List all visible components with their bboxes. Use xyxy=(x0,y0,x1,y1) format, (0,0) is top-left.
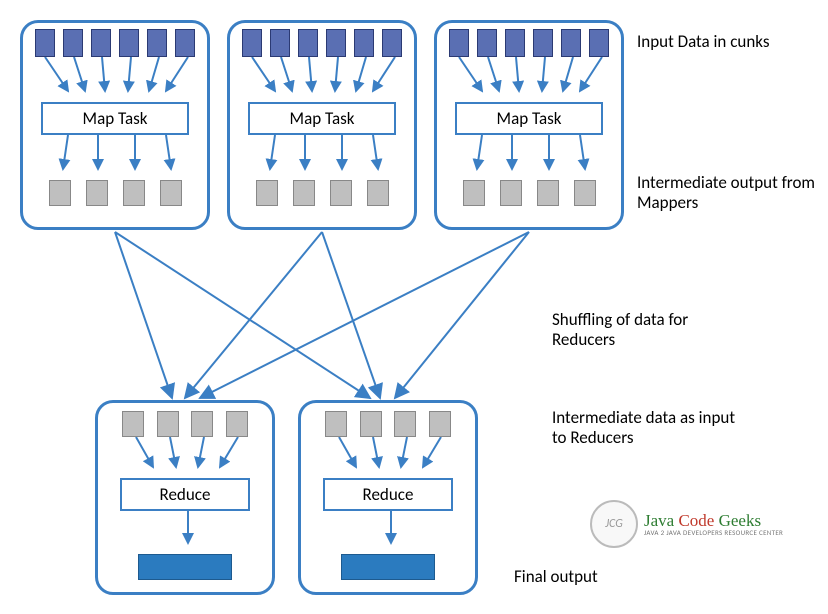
arrow-reduce-out xyxy=(301,511,481,549)
input-chunk xyxy=(91,29,111,57)
label-intermediate-output: Intermediate output from Mappers xyxy=(637,173,817,214)
intermediate-chunk xyxy=(463,180,485,206)
final-output-block xyxy=(138,554,232,580)
intermediate-chunk xyxy=(394,411,416,437)
intermediate-chunk xyxy=(500,180,522,206)
intermediate-chunk xyxy=(360,411,382,437)
label-final-output: Final output xyxy=(514,567,598,587)
input-chunks xyxy=(230,23,414,57)
intermediate-chunk xyxy=(367,180,389,206)
mapper-2: Map Task xyxy=(227,20,417,230)
mapper-3: Map Task xyxy=(434,20,624,230)
logo-tagline: JAVA 2 JAVA DEVELOPERS RESOURCE CENTER xyxy=(644,529,783,536)
input-chunk xyxy=(326,29,346,57)
input-chunk xyxy=(354,29,374,57)
input-chunk xyxy=(589,29,609,57)
intermediate-chunk xyxy=(293,180,315,206)
intermediate-chunk xyxy=(122,411,144,437)
intermediate-chunk xyxy=(537,180,559,206)
final-output-block xyxy=(341,554,435,580)
arrows-from-maptask xyxy=(23,135,213,175)
intermediate-chunk xyxy=(256,180,278,206)
logo-javacodegeeks: JCG Java Code Geeks JAVA 2 JAVA DEVELOPE… xyxy=(590,500,783,548)
arrows-from-maptask xyxy=(230,135,420,175)
intermediate-chunk xyxy=(86,180,108,206)
input-chunk xyxy=(382,29,402,57)
arrows-to-maptask xyxy=(437,57,627,97)
label-input-data: Input Data in cunks xyxy=(637,32,817,52)
reducer-2: Reduce xyxy=(298,400,478,595)
map-task-label: Map Task xyxy=(41,102,189,135)
arrows-to-maptask xyxy=(230,57,420,97)
intermediate-chunk xyxy=(429,411,451,437)
intermediate-chunk xyxy=(191,411,213,437)
input-chunk xyxy=(119,29,139,57)
map-task-label: Map Task xyxy=(248,102,396,135)
label-shuffling: Shuffling of data for Reducers xyxy=(552,310,732,351)
input-chunk xyxy=(63,29,83,57)
input-chunks xyxy=(437,23,621,57)
reducer-inputs xyxy=(301,403,475,437)
intermediate-outputs xyxy=(437,180,621,206)
map-task-label: Map Task xyxy=(455,102,603,135)
intermediate-chunk xyxy=(574,180,596,206)
intermediate-chunk xyxy=(160,180,182,206)
arrows-to-maptask xyxy=(23,57,213,97)
input-chunk xyxy=(505,29,525,57)
input-chunk xyxy=(298,29,318,57)
input-chunk xyxy=(35,29,55,57)
input-chunk xyxy=(533,29,553,57)
intermediate-chunk xyxy=(157,411,179,437)
input-chunk xyxy=(242,29,262,57)
input-chunks xyxy=(23,23,207,57)
input-chunk xyxy=(449,29,469,57)
input-chunk xyxy=(175,29,195,57)
input-chunk xyxy=(147,29,167,57)
intermediate-chunk xyxy=(226,411,248,437)
logo-badge-icon: JCG xyxy=(590,500,638,548)
mapper-1: Map Task xyxy=(20,20,210,230)
intermediate-outputs xyxy=(23,180,207,206)
logo-text: Java Code Geeks JAVA 2 JAVA DEVELOPERS R… xyxy=(644,512,783,536)
intermediate-chunk xyxy=(49,180,71,206)
arrows-to-reduce xyxy=(98,437,278,473)
input-chunk xyxy=(561,29,581,57)
intermediate-chunk xyxy=(325,411,347,437)
arrows-to-reduce xyxy=(301,437,481,473)
input-chunk xyxy=(477,29,497,57)
intermediate-outputs xyxy=(230,180,414,206)
reducer-1: Reduce xyxy=(95,400,275,595)
input-chunk xyxy=(270,29,290,57)
reduce-task-label: Reduce xyxy=(120,478,250,511)
label-intermediate-input: Intermediate data as input to Reducers xyxy=(552,408,752,449)
intermediate-chunk xyxy=(330,180,352,206)
reducer-inputs xyxy=(98,403,272,437)
intermediate-chunk xyxy=(123,180,145,206)
arrow-reduce-out xyxy=(98,511,278,549)
reduce-task-label: Reduce xyxy=(323,478,453,511)
arrows-from-maptask xyxy=(437,135,627,175)
